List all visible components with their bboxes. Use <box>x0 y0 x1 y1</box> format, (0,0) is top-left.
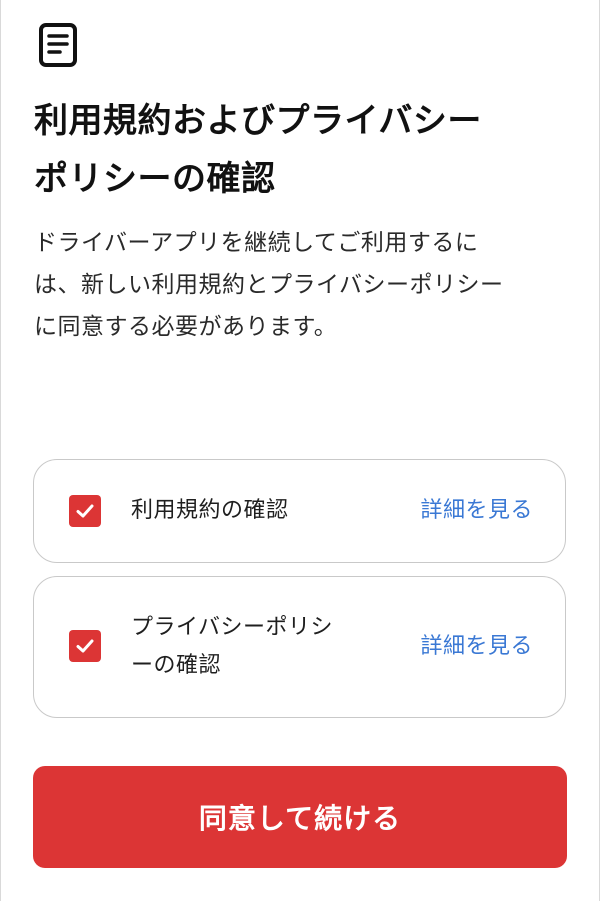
terms-consent-screen: 利用規約およびプライバシー ポリシーの確認 ドライバーアプリを継続してご利用する… <box>0 0 600 901</box>
terms-consent-label: 利用規約の確認 <box>131 492 391 530</box>
page-title-line-2: ポリシーの確認 <box>34 159 276 199</box>
terms-consent-label-line-1: 利用規約の確認 <box>131 498 289 523</box>
intro-text-line-2: は、新しい利用規約とプライバシーポリシー <box>34 272 504 298</box>
terms-checkbox[interactable] <box>69 495 101 527</box>
privacy-detail-link[interactable]: 詳細を見る <box>420 628 533 666</box>
privacy-consent-label-line-1: プライバシーポリシ <box>131 615 334 640</box>
agree-and-continue-button[interactable]: 同意して続ける <box>33 766 567 868</box>
intro-text-line-1: ドライバーアプリを継続してご利用するに <box>34 230 479 256</box>
page-title: 利用規約およびプライバシー ポリシーの確認 <box>34 92 574 208</box>
privacy-checkbox[interactable] <box>69 630 101 662</box>
privacy-consent-label-line-2: ーの確認 <box>131 653 222 678</box>
intro-text: ドライバーアプリを継続してご利用するに は、新しい利用規約とプライバシーポリシー… <box>34 222 570 348</box>
terms-consent-card: 利用規約の確認 詳細を見る <box>33 459 566 563</box>
document-icon <box>38 22 78 68</box>
checkmark-icon <box>76 504 94 518</box>
left-edge-divider <box>0 0 1 901</box>
page-title-line-1: 利用規約およびプライバシー <box>34 101 482 141</box>
terms-detail-link[interactable]: 詳細を見る <box>420 492 533 530</box>
privacy-consent-card: プライバシーポリシ ーの確認 詳細を見る <box>33 576 566 718</box>
intro-text-line-3: に同意する必要があります。 <box>34 314 338 340</box>
privacy-consent-label: プライバシーポリシ ーの確認 <box>131 609 371 685</box>
checkmark-icon <box>76 639 94 653</box>
